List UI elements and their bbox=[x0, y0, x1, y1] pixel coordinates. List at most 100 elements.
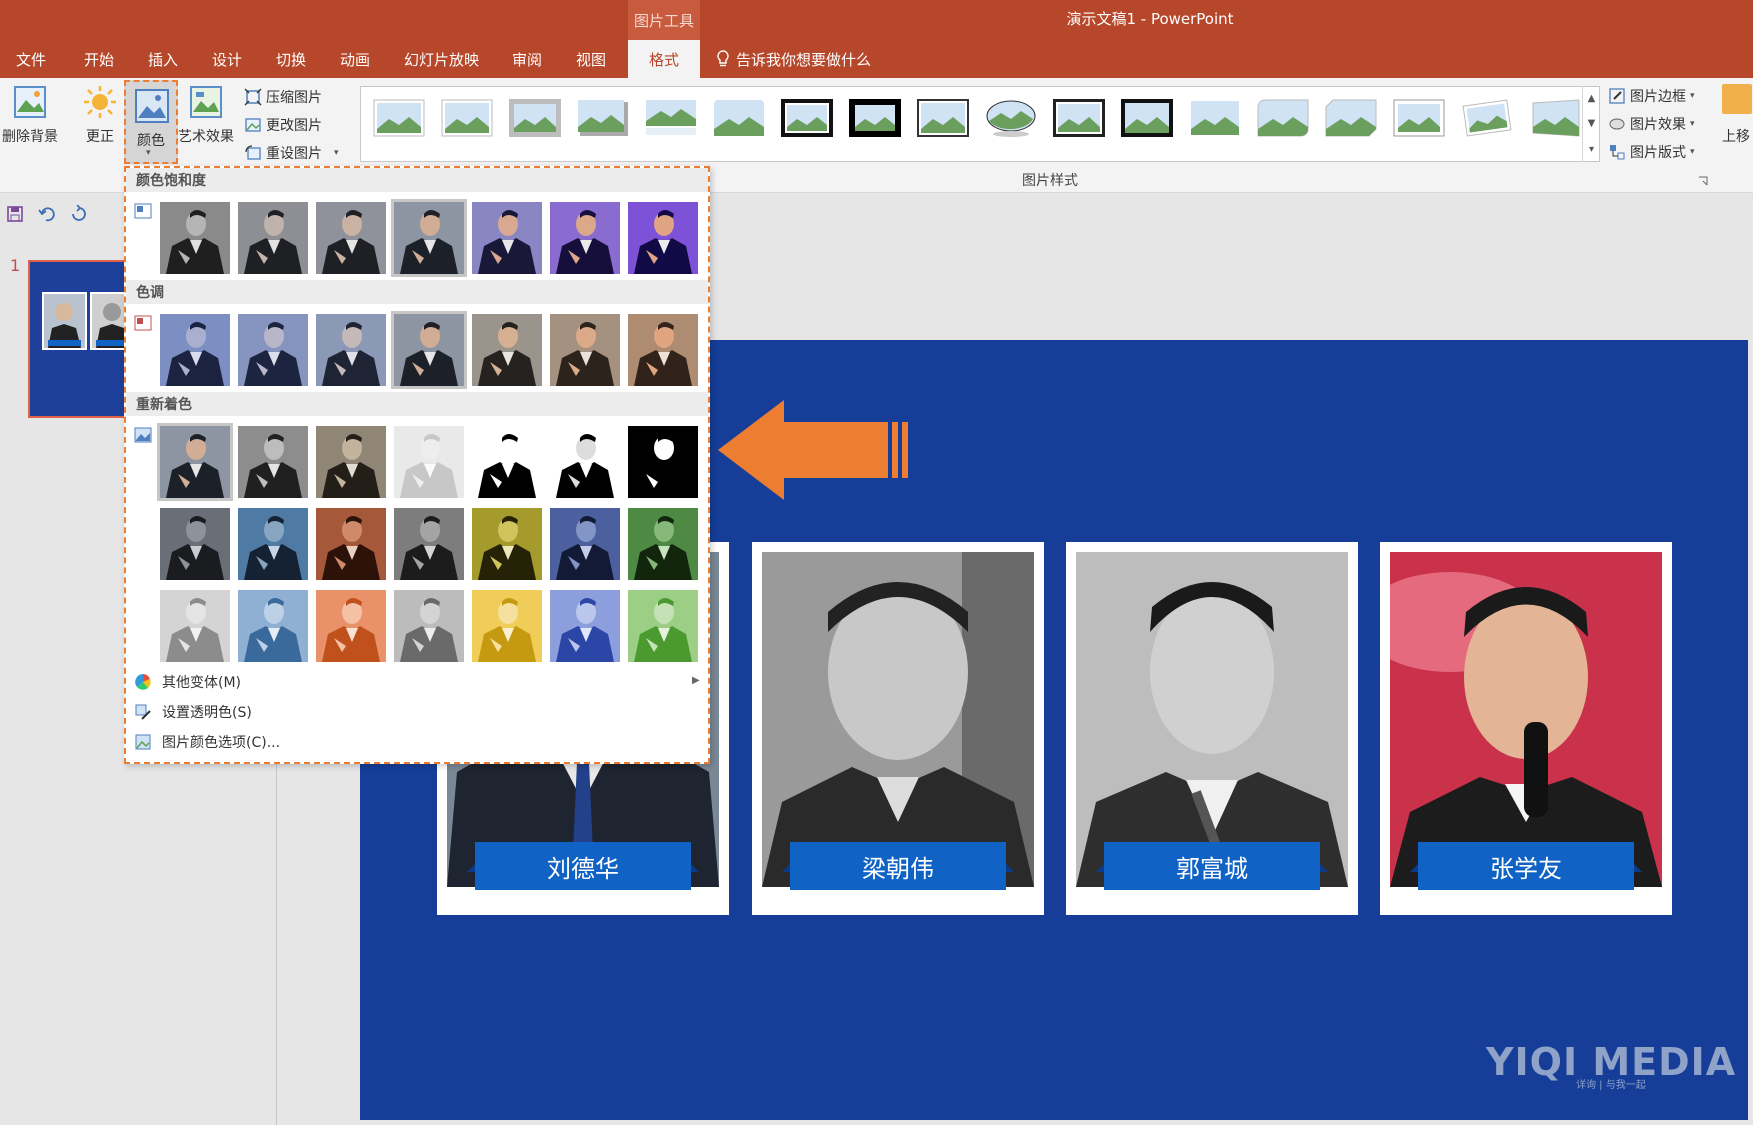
redo-icon[interactable] bbox=[70, 205, 88, 223]
color-swatch[interactable] bbox=[394, 426, 464, 498]
color-swatch[interactable] bbox=[628, 314, 698, 386]
color-swatch[interactable] bbox=[628, 426, 698, 498]
color-options-item[interactable]: 图片颜色选项(C)... bbox=[134, 729, 280, 755]
color-swatch[interactable] bbox=[472, 202, 542, 274]
tab-design[interactable]: 设计 bbox=[212, 40, 242, 78]
person-card[interactable]: 张学友 bbox=[1380, 542, 1672, 915]
gallery-scrollbar[interactable]: ▲ ▼ ▾ bbox=[1582, 86, 1600, 162]
tab-view[interactable]: 视图 bbox=[576, 40, 606, 78]
picture-effects-button[interactable]: 图片效果 ▾ bbox=[1608, 112, 1695, 136]
color-swatch[interactable] bbox=[628, 590, 698, 662]
tab-insert[interactable]: 插入 bbox=[148, 40, 178, 78]
person-photo[interactable] bbox=[1076, 552, 1348, 887]
compress-icon bbox=[244, 88, 262, 106]
person-photo[interactable] bbox=[1390, 552, 1662, 887]
artistic-effects-button[interactable]: 艺术效果 bbox=[178, 84, 234, 146]
compress-pictures-button[interactable]: 压缩图片 bbox=[244, 84, 322, 110]
undo-icon[interactable] bbox=[38, 205, 56, 223]
color-swatch[interactable] bbox=[238, 202, 308, 274]
watermark-subtitle: 详询 | 与我一起 bbox=[1576, 1080, 1646, 1091]
style-rounded-diagonal[interactable] bbox=[1257, 99, 1309, 137]
picture-layout-button[interactable]: 图片版式 ▾ bbox=[1608, 140, 1695, 164]
style-soft-edge[interactable] bbox=[441, 99, 493, 137]
picture-styles-gallery[interactable] bbox=[360, 86, 1600, 162]
picture-border-button[interactable]: 图片边框 ▾ bbox=[1608, 84, 1695, 108]
style-center-shadow[interactable] bbox=[1189, 99, 1241, 137]
change-picture-button[interactable]: 更改图片 bbox=[244, 112, 322, 138]
bring-forward-button[interactable]: 上移 bbox=[1722, 84, 1752, 146]
chevron-down-icon: ▾ bbox=[1690, 91, 1695, 101]
color-swatch[interactable] bbox=[472, 426, 542, 498]
chevron-up-icon[interactable]: ▲ bbox=[1588, 93, 1596, 104]
more-variations-item[interactable]: 其他变体(M) bbox=[134, 669, 241, 695]
style-double-frame[interactable] bbox=[1053, 99, 1105, 137]
color-swatch[interactable] bbox=[550, 426, 620, 498]
gallery-more-icon[interactable]: ▾ bbox=[1589, 144, 1594, 155]
color-swatch[interactable] bbox=[550, 590, 620, 662]
color-swatch[interactable] bbox=[316, 314, 386, 386]
color-swatch[interactable] bbox=[550, 202, 620, 274]
color-swatch[interactable] bbox=[550, 508, 620, 580]
chevron-down-icon[interactable]: ▼ bbox=[1588, 118, 1596, 129]
person-card[interactable]: 郭富城 bbox=[1066, 542, 1358, 915]
color-swatch[interactable] bbox=[238, 590, 308, 662]
dialog-launcher-icon[interactable] bbox=[1698, 176, 1708, 186]
tab-transitions[interactable]: 切换 bbox=[276, 40, 306, 78]
color-swatch[interactable] bbox=[472, 590, 542, 662]
tab-file[interactable]: 文件 bbox=[16, 40, 46, 78]
color-swatch[interactable] bbox=[160, 314, 230, 386]
tell-me-box[interactable]: 告诉我你想要做什么 bbox=[716, 40, 871, 78]
person-card[interactable]: 梁朝伟 bbox=[752, 542, 1044, 915]
tab-animations[interactable]: 动画 bbox=[340, 40, 370, 78]
color-swatch[interactable] bbox=[238, 314, 308, 386]
save-icon[interactable] bbox=[6, 205, 24, 223]
color-swatch[interactable] bbox=[391, 199, 467, 277]
style-reflected[interactable] bbox=[645, 99, 697, 137]
style-perspective[interactable] bbox=[1529, 99, 1581, 137]
reset-picture-button[interactable]: 重设图片 ▾ bbox=[244, 140, 339, 166]
corrections-button[interactable]: 更正 bbox=[82, 84, 118, 146]
color-swatch[interactable] bbox=[550, 314, 620, 386]
color-swatch[interactable] bbox=[316, 426, 386, 498]
style-black-frame[interactable] bbox=[781, 99, 833, 137]
style-soft-rounded[interactable] bbox=[713, 99, 765, 137]
color-swatch[interactable] bbox=[394, 590, 464, 662]
color-swatch[interactable] bbox=[157, 423, 233, 501]
color-swatch[interactable] bbox=[472, 314, 542, 386]
style-moderate-frame-black[interactable] bbox=[1121, 99, 1173, 137]
chevron-down-icon[interactable]: ▾ bbox=[334, 148, 339, 158]
color-swatch[interactable] bbox=[238, 508, 308, 580]
color-swatch[interactable] bbox=[160, 508, 230, 580]
style-drop-shadow[interactable] bbox=[577, 99, 629, 137]
style-thick-black[interactable] bbox=[849, 99, 901, 137]
color-swatch[interactable] bbox=[316, 508, 386, 580]
color-swatch[interactable] bbox=[394, 508, 464, 580]
remove-background-button[interactable]: 删除背景 bbox=[2, 84, 58, 146]
color-swatch[interactable] bbox=[316, 202, 386, 274]
style-oval[interactable] bbox=[985, 99, 1037, 137]
picture-tools-context-label: 图片工具 bbox=[628, 0, 700, 40]
style-thin-frame[interactable] bbox=[917, 99, 969, 137]
color-swatch[interactable] bbox=[472, 508, 542, 580]
style-rotated-white[interactable] bbox=[1461, 99, 1513, 137]
tab-format[interactable]: 格式 bbox=[628, 40, 700, 78]
tab-slideshow[interactable]: 幻灯片放映 bbox=[404, 40, 479, 78]
color-swatch[interactable] bbox=[238, 426, 308, 498]
style-simple-frame-gray[interactable] bbox=[1393, 99, 1445, 137]
color-swatch[interactable] bbox=[160, 590, 230, 662]
style-simple-frame-white[interactable] bbox=[373, 99, 425, 137]
ribbon-tab-strip: 文件 开始 插入 设计 切换 动画 幻灯片放映 审阅 视图 格式 告诉我你想要做… bbox=[0, 40, 1753, 78]
style-thick-matte[interactable] bbox=[509, 99, 561, 137]
color-swatch[interactable] bbox=[391, 311, 467, 389]
set-transparent-item[interactable]: 设置透明色(S) bbox=[134, 699, 252, 725]
color-swatch[interactable] bbox=[628, 508, 698, 580]
color-swatch[interactable] bbox=[160, 202, 230, 274]
tab-home[interactable]: 开始 bbox=[84, 40, 114, 78]
style-snip-diagonal[interactable] bbox=[1325, 99, 1377, 137]
person-photo[interactable] bbox=[762, 552, 1034, 887]
color-button[interactable]: 颜色 ▾ bbox=[124, 80, 178, 164]
sun-icon bbox=[84, 86, 116, 118]
color-swatch[interactable] bbox=[316, 590, 386, 662]
tab-review[interactable]: 审阅 bbox=[512, 40, 542, 78]
color-swatch[interactable] bbox=[628, 202, 698, 274]
